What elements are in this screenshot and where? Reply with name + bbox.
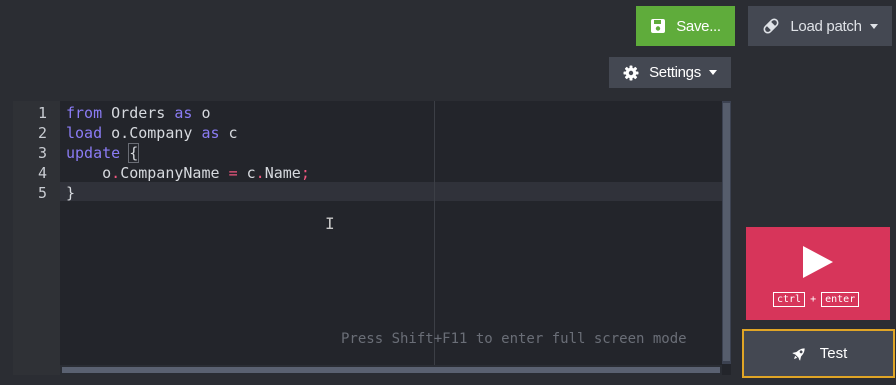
keyword: as <box>201 124 220 142</box>
floppy-disk-icon <box>650 18 666 34</box>
plus-sign: + <box>810 294 817 305</box>
test-label: Test <box>819 345 848 362</box>
code-text: o <box>192 104 211 122</box>
code-text: o.Company <box>102 124 202 142</box>
chevron-down-icon <box>869 23 878 29</box>
gear-icon <box>623 65 639 81</box>
text-cursor-icon: I <box>325 214 335 233</box>
vertical-scrollbar-thumb[interactable] <box>723 103 730 361</box>
line-number-gutter: 1 2 3 4 5 <box>13 101 60 375</box>
operator: = <box>228 164 238 182</box>
code-editor[interactable]: 1 2 3 4 5 from Orders as o load o.Compan… <box>13 101 731 375</box>
patch-editor-view: Save... Load patch Settings 1 2 3 4 5 fr… <box>0 0 896 385</box>
keyword: load <box>66 124 103 142</box>
code-text: o <box>66 164 112 182</box>
play-icon <box>803 246 833 278</box>
code-text: } <box>66 184 76 202</box>
enter-key: enter <box>821 292 860 307</box>
keyword: as <box>174 104 193 122</box>
code-text: c <box>219 124 238 142</box>
run-button[interactable]: ctrl + enter <box>746 227 890 320</box>
line-number: 4 <box>37 164 47 182</box>
save-button[interactable]: Save... <box>636 6 735 46</box>
load-patch-label: Load patch <box>790 17 862 35</box>
ctrl-key: ctrl <box>773 292 806 307</box>
code-text: Name <box>264 164 301 182</box>
settings-label: Settings <box>649 64 701 81</box>
keyboard-shortcut: ctrl + enter <box>773 292 860 307</box>
line-number: 2 <box>37 124 47 142</box>
line-number: 3 <box>37 144 47 162</box>
operator: . <box>255 164 265 182</box>
line-number: 5 <box>37 184 47 202</box>
keyword: update <box>66 144 121 162</box>
operator: . <box>111 164 121 182</box>
code-line[interactable]: o.CompanyName = c.Name; <box>66 164 310 182</box>
active-line-highlight <box>60 182 722 201</box>
code-line[interactable]: update { <box>66 143 140 163</box>
chevron-down-icon <box>708 70 717 75</box>
settings-button[interactable]: Settings <box>609 57 731 88</box>
matched-bracket: { <box>128 143 140 163</box>
line-number: 1 <box>37 104 47 122</box>
horizontal-scrollbar-thumb[interactable] <box>62 367 720 373</box>
save-label: Save... <box>676 17 721 35</box>
keyword: from <box>66 104 103 122</box>
rocket-icon <box>790 345 808 363</box>
bandage-icon <box>762 17 780 35</box>
code-text: c <box>237 164 256 182</box>
test-button[interactable]: Test <box>742 329 895 378</box>
load-patch-button[interactable]: Load patch <box>748 6 892 46</box>
code-line[interactable]: } <box>66 184 75 202</box>
code-text: Orders <box>102 104 175 122</box>
code-text: CompanyName <box>120 164 229 182</box>
operator: ; <box>300 164 310 182</box>
code-line[interactable]: load o.Company as c <box>66 124 238 142</box>
code-line[interactable]: from Orders as o <box>66 104 211 122</box>
fullscreen-hint: Press Shift+F11 to enter full screen mod… <box>341 331 687 347</box>
